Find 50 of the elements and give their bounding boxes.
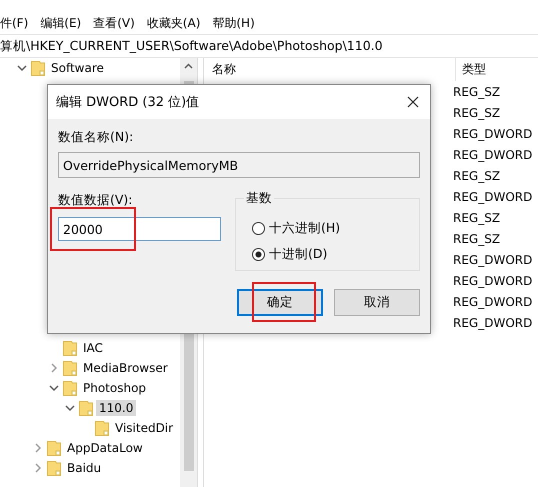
dialog-title: 编辑 DWORD (32 位)值 [56,94,200,111]
menu-item[interactable]: 件(F) [0,14,28,32]
type-cell: REG_DWORD [453,126,532,140]
menu-item[interactable]: 编辑(E) [40,14,82,32]
type-cell: REG_SZ [453,168,500,182]
folder-icon [63,360,77,376]
tree-item[interactable]: VisitedDir [112,420,176,436]
folder-icon [47,440,61,456]
type-cell: REG_DWORD [453,294,532,308]
address-bar[interactable]: 算机\HKEY_CURRENT_USER\Software\Adobe\Photoshop\110.0 [0,34,538,58]
type-cell: REG_DWORD [453,274,532,288]
folder-icon [63,340,77,356]
folder-icon [79,400,93,416]
value-data-field[interactable]: 20000 [58,217,221,241]
type-cell: REG_DWORD [453,148,532,162]
column-header[interactable]: 名称 [204,58,456,81]
radio-label[interactable]: 十六进制(H) [269,220,340,236]
folder-icon [31,60,45,76]
group-label: 基数 [244,190,274,207]
menu-item[interactable]: 帮助(H) [212,14,255,32]
type-cell: REG_SZ [453,84,500,98]
field-label: 数值名称(N): [58,129,134,146]
type-cell: REG_SZ [453,232,500,246]
tree-item[interactable]: 110.0 [96,400,136,416]
dialog-button[interactable]: 确定 [237,289,323,316]
type-cell: REG_DWORD [453,190,532,204]
column-header[interactable]: 类型 [456,61,486,78]
radio-button[interactable] [252,222,265,234]
menu-item[interactable]: 收藏夹(A) [146,14,200,32]
dialog-button[interactable]: 取消 [334,289,420,316]
radio-button[interactable] [252,248,265,260]
tree-item[interactable]: AppDataLow [64,440,146,456]
folder-icon [63,380,77,396]
folder-icon [95,420,109,436]
field-label: 数值数据(V): [58,192,133,209]
tree-item[interactable]: IAC [80,340,106,356]
folder-icon [47,460,61,476]
type-cell: REG_DWORD [453,252,532,266]
tree-item[interactable]: MediaBrowser [80,360,171,376]
type-cell: REG_SZ [453,210,500,224]
menu-item[interactable]: 查看(V) [93,14,135,32]
type-cell: REG_SZ [453,106,500,120]
value-name-field: OverridePhysicalMemoryMB [58,152,420,178]
tree-item[interactable]: Software [48,60,107,76]
type-cell: REG_DWORD [453,316,532,330]
highlight-frame [252,282,316,322]
radio-label[interactable]: 十进制(D) [269,246,328,262]
tree-item[interactable]: Photoshop [80,380,150,396]
close-icon[interactable] [406,95,420,109]
tree-item[interactable]: Baidu [64,460,104,476]
